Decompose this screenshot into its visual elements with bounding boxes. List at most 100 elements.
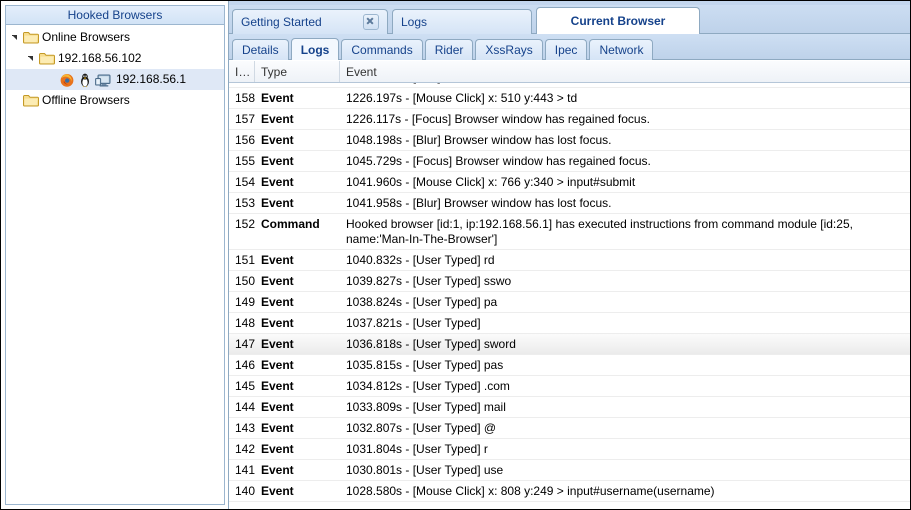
beef-application-window: Hooked Browsers Online Browsers 192.168.5… [0,0,911,510]
table-row[interactable]: 158 Event 1226.197s - [Mouse Click] x: 510… [229,88,910,109]
hooked-browsers-panel-body: Hooked Browsers Online Browsers 192.168.5… [5,5,225,505]
table-row[interactable]: 149 Event 1038.824s - [User Typed] pa [229,292,910,313]
cell-event: 1226.117s - [Focus] Browser window has r… [346,112,650,126]
table-row[interactable]: 142 Event 1031.804s - [User Typed] r [229,439,910,460]
cell-type: Event [261,337,294,351]
hooked-browsers-tree[interactable]: Online Browsers 192.168.56.102 192.168.56.… [6,25,224,504]
cell-type: Command [261,217,320,231]
folder-icon [23,94,39,107]
logs-grid-body[interactable]: 159Event1226.223s - [Blur] Browser windo… [229,83,910,509]
tree-node-label: Online Browsers [42,30,131,44]
sub-tab-details[interactable]: Details [232,39,289,60]
cell-event: 1041.960s - [Mouse Click] x: 766 y:340 >… [346,175,636,189]
cell-type: Event [261,175,294,189]
cell-type: Event [261,484,294,498]
sub-tab-label: Network [599,43,644,57]
cell-event: 1039.827s - [User Typed] sswo [346,274,512,288]
cell-event: 1045.729s - [Focus] Browser window has r… [346,154,651,168]
main-tab-label: Current Browser [570,14,666,28]
sub-tab-label: XssRays [485,43,533,57]
table-row[interactable]: 153 Event 1041.958s - [Blur] Browser windo… [229,193,910,214]
sub-tab-rider[interactable]: Rider [424,39,474,60]
cell-event: 1048.198s - [Blur] Browser window has lo… [346,133,612,147]
table-row[interactable]: 147 Event 1036.818s - [User Typed] sword [229,334,910,355]
expand-arrow-icon[interactable] [26,52,39,65]
cell-id: 153 [235,196,255,210]
main-content-panel: Getting Started Logs Current Browser Detai… [229,1,910,509]
cell-event: 1030.801s - [User Typed] use [346,463,504,477]
cell-event: 1036.818s - [User Typed] sword [346,337,516,351]
cell-id: 144 [235,400,255,414]
table-row[interactable]: 157 Event 1226.117s - [Focus] Browser wind… [229,109,910,130]
table-row[interactable]: 155 Event 1045.729s - [Focus] Browser wind… [229,151,910,172]
main-tab-current-browser[interactable]: Current Browser [536,7,700,34]
tree-node-192-168-56-102[interactable]: 192.168.56.102 [6,48,224,69]
sub-tab-xssrays[interactable]: XssRays [475,39,543,60]
table-row[interactable]: 141 Event 1030.801s - [User Typed] use [229,460,910,481]
cell-id: 150 [235,274,255,288]
cell-type: Event [261,400,294,414]
table-row[interactable]: 151 Event 1040.832s - [User Typed] rd [229,250,910,271]
linux-penguin-icon [77,72,93,88]
tree-node-192-168-56-1[interactable]: 192.168.56.1 [6,69,224,90]
main-tab-label: Logs [401,15,428,29]
tree-node-label: 192.168.56.102 [58,51,142,65]
cell-event: 1041.958s - [Blur] Browser window has lo… [346,196,612,210]
table-row[interactable]: 143 Event 1032.807s - [User Typed] @ [229,418,910,439]
cell-id: 149 [235,295,255,309]
cell-id: 148 [235,316,255,330]
sub-tab-label: Ipec [554,43,578,57]
cell-type: Event [261,196,294,210]
cell-event: 1040.832s - [User Typed] rd [346,253,495,267]
table-row[interactable]: 156 Event 1048.198s - [Blur] Browser windo… [229,130,910,151]
cell-type: Event [261,112,294,126]
hooked-browsers-panel-title: Hooked Browsers [6,6,224,25]
sub-tab-ipec[interactable]: Ipec [544,39,588,60]
cell-type: Event [261,91,294,105]
sub-tab-logs[interactable]: Logs [290,38,340,60]
tree-node-label: 192.168.56.1 [116,72,187,86]
table-row[interactable]: 148 Event 1037.821s - [User Typed] [229,313,910,334]
cell-id: 147 [235,337,255,351]
cell-event: 1031.804s - [User Typed] r [346,442,488,456]
cell-event: 1032.807s - [User Typed] @ [346,421,497,435]
tree-node-offline-browsers[interactable]: Offline Browsers [6,90,224,111]
cell-id: 142 [235,442,255,456]
close-icon[interactable] [363,14,379,30]
table-row[interactable]: 152 Command Hooked browser [id:1, ip:192.1… [229,214,910,250]
table-row[interactable]: 145 Event 1034.812s - [User Typed] .com [229,376,910,397]
cell-id: 151 [235,253,255,267]
table-row[interactable]: 140 Event 1028.580s - [Mouse Click] x: 808… [229,481,910,502]
sub-tab-commands[interactable]: Commands [341,39,423,60]
cell-type: Event [261,442,294,456]
column-header-label: Event [346,64,377,79]
cell-id: 154 [235,175,255,189]
logs-grid-header: I… Type Event [229,61,910,83]
cell-event: 1226.197s - [Mouse Click] x: 510 y:443 >… [346,91,578,105]
cell-type: Event [261,316,294,330]
firefox-icon [59,72,75,88]
column-header-type[interactable]: Type [255,61,340,82]
main-tab-getting-started[interactable]: Getting Started [232,9,388,34]
expand-arrow-icon[interactable] [10,31,23,44]
cell-id: 141 [235,463,255,477]
cell-type: Event [261,154,294,168]
table-row[interactable]: 154 Event 1041.960s - [Mouse Click] x: 766… [229,172,910,193]
column-header-event[interactable]: Event [340,61,910,82]
table-row[interactable]: 146 Event 1035.815s - [User Typed] pas [229,355,910,376]
main-tab-logs[interactable]: Logs [392,9,532,34]
cell-id: 157 [235,112,255,126]
cell-id: 158 [235,91,255,105]
folder-icon [23,31,39,44]
column-header-id[interactable]: I… [229,61,255,82]
cell-event: 1028.580s - [Mouse Click] x: 808 y:249 >… [346,484,715,498]
cell-id: 143 [235,421,255,435]
cell-event: 1034.812s - [User Typed] .com [346,379,510,393]
sub-tab-network[interactable]: Network [589,39,654,60]
cell-type: Event [261,274,294,288]
table-row[interactable]: 144 Event 1033.809s - [User Typed] mail [229,397,910,418]
table-row[interactable]: 150 Event 1039.827s - [User Typed] sswo [229,271,910,292]
cell-type: Event [261,253,294,267]
tree-node-online-browsers[interactable]: Online Browsers [6,27,224,48]
